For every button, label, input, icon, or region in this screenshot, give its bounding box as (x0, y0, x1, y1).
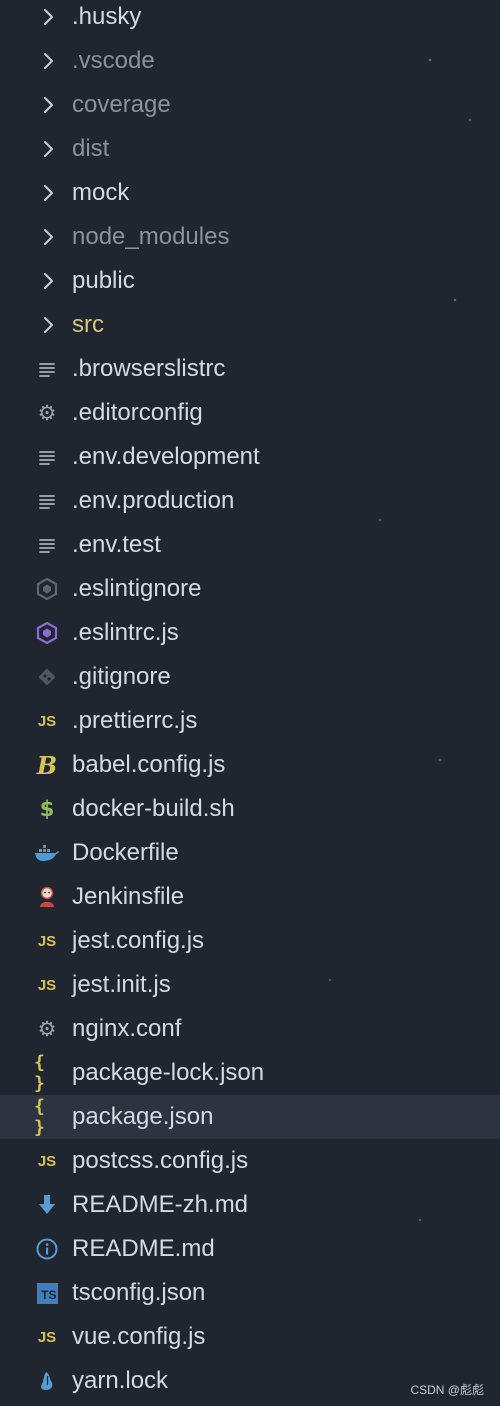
file-label: tsconfig.json (72, 1279, 206, 1306)
file-label: jest.config.js (72, 927, 205, 954)
file-label: README-zh.md (72, 1191, 249, 1218)
file-postcss-config-js[interactable]: JS postcss.config.js (0, 1139, 500, 1183)
chevron-right-icon (40, 83, 58, 127)
javascript-icon: JS (37, 932, 57, 950)
file-label: Jenkinsfile (72, 883, 185, 910)
text-lines-icon (34, 523, 60, 567)
file-env-test[interactable]: .env.test (0, 523, 500, 567)
file-babel-config-js[interactable]: B babel.config.js (0, 743, 500, 787)
eslint-gray-icon (34, 567, 60, 611)
chevron-right-icon (40, 215, 58, 259)
file-jest-config-js[interactable]: JS jest.config.js (0, 919, 500, 963)
folder-dist[interactable]: dist (0, 127, 500, 171)
chevron-right-icon (40, 171, 58, 215)
eslint-icon (34, 611, 60, 655)
file-label: .browserslistrc (72, 355, 226, 382)
download-arrow-icon (34, 1183, 60, 1227)
folder-husky[interactable]: .husky (0, 0, 500, 39)
file-label: .gitignore (72, 663, 171, 690)
file-eslintignore[interactable]: .eslintignore (0, 567, 500, 611)
file-package-json[interactable]: { } package.json (0, 1095, 500, 1139)
shell-dollar-icon: $ (39, 797, 55, 821)
folder-coverage[interactable]: coverage (0, 83, 500, 127)
chevron-right-icon (40, 39, 58, 83)
folder-node-modules[interactable]: node_modules (0, 215, 500, 259)
file-env-development[interactable]: .env.development (0, 435, 500, 479)
file-package-lock-json[interactable]: { } package-lock.json (0, 1051, 500, 1095)
file-readme-md[interactable]: README.md (0, 1227, 500, 1271)
file-label: package-lock.json (72, 1059, 265, 1086)
file-label: nginx.conf (72, 1015, 182, 1042)
file-env-production[interactable]: .env.production (0, 479, 500, 523)
file-explorer: .husky .vscode coverage dist mock node_m… (0, 0, 500, 1406)
file-label: .prettierrc.js (72, 707, 198, 734)
folder-label: dist (72, 135, 110, 162)
file-label: jest.init.js (72, 971, 171, 998)
gear-icon: ⚙ (37, 1017, 57, 1041)
file-jenkinsfile[interactable]: Jenkinsfile (0, 875, 500, 919)
file-tsconfig-json[interactable]: TS tsconfig.json (0, 1271, 500, 1315)
chevron-right-icon (40, 127, 58, 171)
chevron-right-icon (40, 259, 58, 303)
file-label: .eslintrc.js (72, 619, 179, 646)
javascript-icon: JS (37, 976, 57, 994)
typescript-icon: TS (34, 1271, 60, 1315)
file-label: .env.test (72, 531, 161, 558)
file-label: .env.development (72, 443, 260, 470)
file-jest-init-js[interactable]: JS jest.init.js (0, 963, 500, 1007)
file-label: vue.config.js (72, 1323, 206, 1350)
folder-label: src (72, 311, 104, 338)
yarn-icon (34, 1359, 60, 1403)
babel-icon: B (36, 750, 58, 780)
folder-vscode[interactable]: .vscode (0, 39, 500, 83)
folder-label: mock (72, 179, 130, 206)
folder-label: node_modules (72, 223, 230, 250)
folder-mock[interactable]: mock (0, 171, 500, 215)
folder-label: coverage (72, 91, 171, 118)
file-editorconfig[interactable]: ⚙ .editorconfig (0, 391, 500, 435)
javascript-icon: JS (37, 1152, 57, 1170)
file-dockerfile[interactable]: Dockerfile (0, 831, 500, 875)
info-icon (34, 1227, 60, 1271)
javascript-icon: JS (37, 1328, 57, 1346)
git-icon (34, 655, 60, 699)
file-label: README.md (72, 1235, 215, 1262)
folder-src[interactable]: src (0, 303, 500, 347)
folder-label: public (72, 267, 135, 294)
file-label: .eslintignore (72, 575, 202, 602)
javascript-icon: JS (37, 712, 57, 730)
jenkins-icon (34, 875, 60, 919)
chevron-right-icon (40, 0, 58, 39)
file-nginx-conf[interactable]: ⚙ nginx.conf (0, 1007, 500, 1051)
file-label: babel.config.js (72, 751, 226, 778)
file-label: docker-build.sh (72, 795, 235, 822)
folder-label: .vscode (72, 47, 155, 74)
text-lines-icon (34, 479, 60, 523)
file-label: .env.production (72, 487, 235, 514)
file-label: Dockerfile (72, 839, 179, 866)
file-eslintrc-js[interactable]: .eslintrc.js (0, 611, 500, 655)
file-label: postcss.config.js (72, 1147, 249, 1174)
watermark: CSDN @彪彪 (410, 1383, 484, 1397)
text-lines-icon (34, 347, 60, 391)
file-prettierrc-js[interactable]: JS .prettierrc.js (0, 699, 500, 743)
chevron-right-icon (40, 303, 58, 347)
file-docker-build-sh[interactable]: $ docker-build.sh (0, 787, 500, 831)
file-vue-config-js[interactable]: JS vue.config.js (0, 1315, 500, 1359)
gear-icon: ⚙ (37, 401, 57, 425)
file-label: yarn.lock (72, 1367, 169, 1394)
json-braces-icon: { } (34, 1052, 45, 1094)
folder-public[interactable]: public (0, 259, 500, 303)
docker-whale-icon (34, 831, 60, 875)
file-gitignore[interactable]: .gitignore (0, 655, 500, 699)
text-lines-icon (34, 435, 60, 479)
file-label: .editorconfig (72, 399, 203, 426)
json-braces-icon: { } (34, 1096, 45, 1138)
file-label: package.json (72, 1103, 214, 1130)
file-readme-zh-md[interactable]: README-zh.md (0, 1183, 500, 1227)
file-browserslistrc[interactable]: .browserslistrc (0, 347, 500, 391)
folder-label: .husky (72, 3, 142, 30)
